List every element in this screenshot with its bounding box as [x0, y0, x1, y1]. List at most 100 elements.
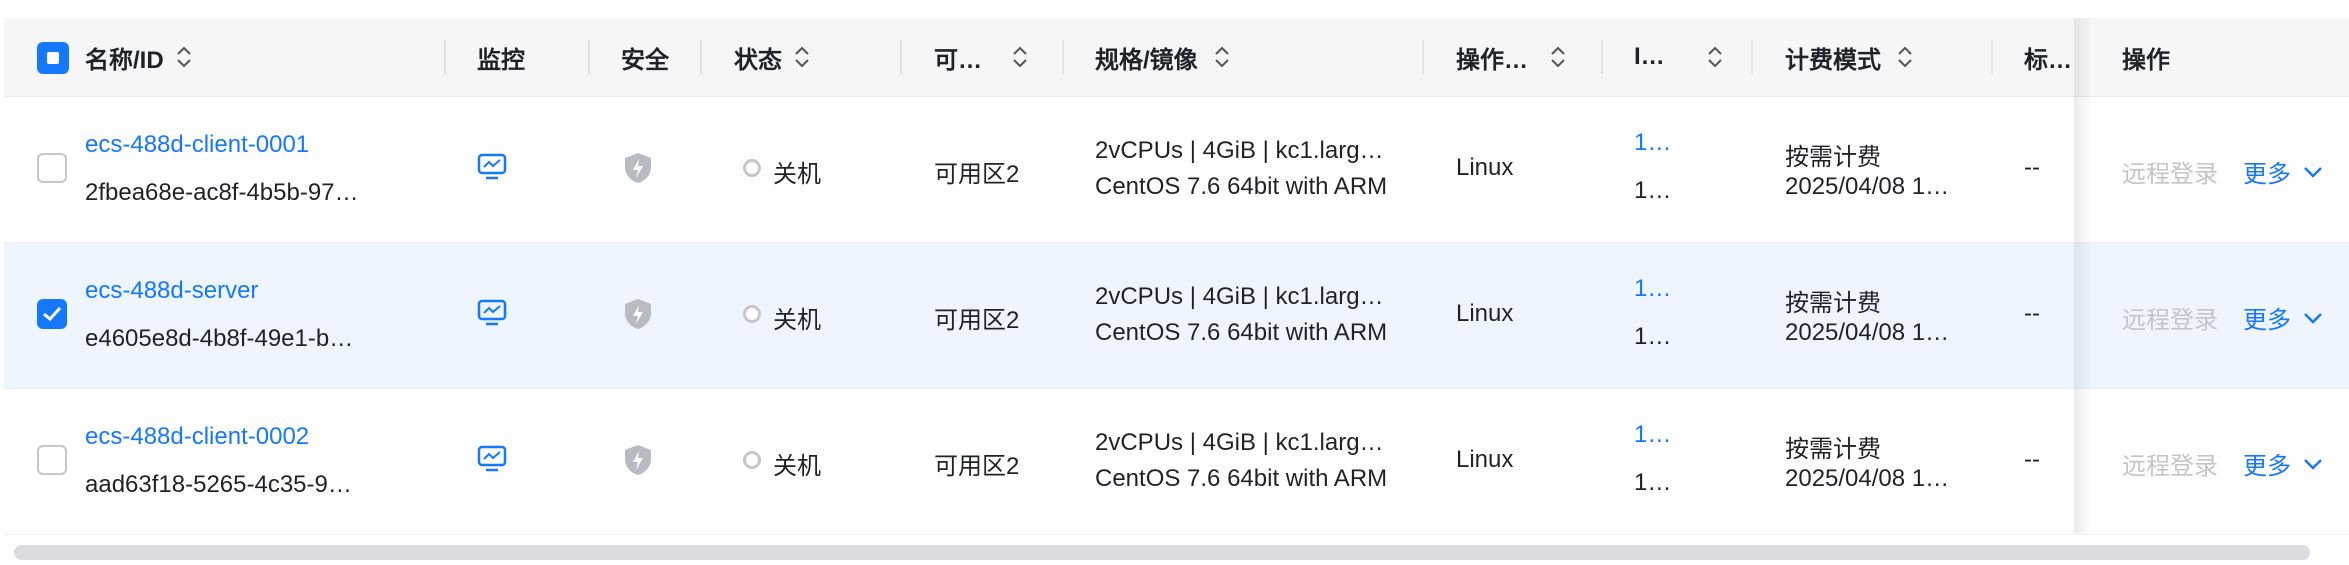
- image-text: CentOS 7.6 64bit with ARM: [1095, 465, 1388, 492]
- sort-icon[interactable]: [1010, 44, 1030, 70]
- instance-id: aad63f18-5265-4c35-9…: [85, 471, 352, 498]
- column-divider[interactable]: [444, 40, 446, 74]
- column-header-label: 名称/ID: [85, 46, 164, 74]
- instance-name-link[interactable]: ecs-488d-client-0002: [85, 423, 309, 451]
- monitor-icon[interactable]: [477, 153, 507, 181]
- instance-id: e4605e8d-4b8f-49e1-b…: [85, 325, 354, 352]
- ip-link[interactable]: 1…: [1634, 129, 1671, 157]
- remote-login-button[interactable]: 远程登录: [2122, 154, 2218, 189]
- more-button[interactable]: 更多: [2243, 154, 2323, 189]
- chevron-down-icon: [2304, 312, 2322, 324]
- status-text: 关机: [773, 161, 821, 188]
- column-header-actions: 操作: [2122, 46, 2170, 74]
- column-header-monitor: 监控: [477, 18, 525, 96]
- column-header-label: 标…: [2024, 46, 2072, 74]
- status-text: 关机: [773, 307, 821, 334]
- instance-name-link[interactable]: ecs-488d-server: [85, 277, 258, 305]
- ip-link[interactable]: 1…: [1634, 421, 1671, 449]
- billing-mode: 按需计费: [1785, 144, 1881, 171]
- more-label: 更多: [2243, 453, 2291, 480]
- column-header-billing[interactable]: 计费模式: [1785, 18, 1915, 96]
- ip-text: 1…: [1634, 177, 1672, 204]
- fixed-actions-column: 操作 远程登录 更多 远程登录 更多 远程登录 更多: [2090, 18, 2349, 535]
- ip-link[interactable]: 1…: [1634, 275, 1671, 303]
- column-header-label: 状态: [734, 46, 782, 74]
- billing-time: 2025/04/08 1…: [1785, 319, 1950, 346]
- shield-bolt-icon[interactable]: [624, 444, 652, 476]
- row-checkbox[interactable]: [37, 445, 67, 475]
- spec-text: 2vCPUs | 4GiB | kc1.larg…: [1095, 429, 1384, 456]
- os-text: Linux: [1456, 300, 1514, 327]
- column-header-name-id[interactable]: 名称/ID: [85, 18, 194, 96]
- remote-login-button[interactable]: 远程登录: [2122, 300, 2218, 335]
- sort-icon[interactable]: [1895, 44, 1915, 70]
- column-divider[interactable]: [1601, 40, 1603, 74]
- select-all-checkbox[interactable]: [37, 42, 69, 74]
- column-divider[interactable]: [1062, 40, 1064, 74]
- ip-text: 1…: [1634, 469, 1672, 496]
- os-text: Linux: [1456, 154, 1514, 181]
- shield-bolt-icon[interactable]: [624, 152, 652, 184]
- horizontal-scrollbar[interactable]: [4, 542, 2349, 564]
- zone-text: 可用区2: [934, 307, 1020, 334]
- more-button[interactable]: 更多: [2243, 300, 2323, 335]
- ip-text: 1…: [1634, 323, 1672, 350]
- row-checkbox[interactable]: [37, 153, 67, 183]
- table-row: ecs-488d-client-0001 2fbea68e-ac8f-4b5b-…: [4, 97, 2349, 243]
- column-divider[interactable]: [700, 40, 702, 74]
- column-header-ip[interactable]: I…: [1634, 18, 1725, 96]
- column-header-label: I…: [1634, 43, 1665, 70]
- billing-time: 2025/04/08 1…: [1785, 465, 1950, 492]
- column-header-tag[interactable]: 标…: [2024, 18, 2072, 96]
- column-divider[interactable]: [1991, 40, 1993, 74]
- more-button[interactable]: 更多: [2243, 446, 2323, 481]
- row-checkbox[interactable]: [37, 299, 67, 329]
- chevron-down-icon: [2304, 166, 2322, 178]
- ecs-instance-table: 名称/ID 监控 安全 状态 可… 规格/镜像 操作… I… 计费模式 标… e…: [4, 18, 2349, 535]
- column-header-os[interactable]: 操作…: [1456, 18, 1568, 96]
- column-divider[interactable]: [900, 40, 902, 74]
- column-divider[interactable]: [1751, 40, 1753, 74]
- actions-cell: 远程登录 更多: [2090, 389, 2349, 535]
- remote-login-button[interactable]: 远程登录: [2122, 446, 2218, 481]
- billing-time: 2025/04/08 1…: [1785, 173, 1950, 200]
- column-divider[interactable]: [588, 40, 590, 74]
- column-header-label: 可…: [934, 46, 982, 74]
- column-header-status[interactable]: 状态: [734, 18, 812, 96]
- image-text: CentOS 7.6 64bit with ARM: [1095, 319, 1388, 346]
- instance-id: 2fbea68e-ac8f-4b5b-97…: [85, 179, 359, 206]
- column-header-label: 安全: [621, 46, 669, 74]
- tag-text: --: [2024, 300, 2040, 327]
- tag-text: --: [2024, 154, 2040, 181]
- monitor-icon[interactable]: [477, 445, 507, 473]
- status-indicator: [743, 159, 761, 177]
- sort-icon[interactable]: [1548, 44, 1568, 70]
- column-header-label: 监控: [477, 46, 525, 74]
- zone-text: 可用区2: [934, 453, 1020, 480]
- actions-cell: 远程登录 更多: [2090, 97, 2349, 243]
- more-label: 更多: [2243, 307, 2291, 334]
- column-divider[interactable]: [1422, 40, 1424, 74]
- sort-icon[interactable]: [792, 44, 812, 70]
- sort-icon[interactable]: [174, 44, 194, 70]
- os-text: Linux: [1456, 446, 1514, 473]
- tag-text: --: [2024, 446, 2040, 473]
- more-label: 更多: [2243, 161, 2291, 188]
- sort-icon[interactable]: [1705, 44, 1725, 70]
- shield-bolt-icon[interactable]: [624, 298, 652, 330]
- column-header-label: 规格/镜像: [1095, 46, 1198, 74]
- chevron-down-icon: [2304, 458, 2322, 470]
- scrollbar-thumb[interactable]: [14, 545, 2310, 560]
- monitor-icon[interactable]: [477, 299, 507, 327]
- table-row: ecs-488d-server e4605e8d-4b8f-49e1-b… 关机…: [4, 243, 2349, 389]
- sort-icon[interactable]: [1212, 44, 1232, 70]
- image-text: CentOS 7.6 64bit with ARM: [1095, 173, 1388, 200]
- column-header-spec[interactable]: 规格/镜像: [1095, 18, 1232, 96]
- instance-name-link[interactable]: ecs-488d-client-0001: [85, 131, 309, 159]
- column-header-security: 安全: [621, 18, 669, 96]
- column-header-zone[interactable]: 可…: [934, 18, 1030, 96]
- billing-mode: 按需计费: [1785, 290, 1881, 317]
- table-row: ecs-488d-client-0002 aad63f18-5265-4c35-…: [4, 389, 2349, 535]
- actions-cell: 远程登录 更多: [2090, 243, 2349, 389]
- check-icon: [43, 306, 62, 322]
